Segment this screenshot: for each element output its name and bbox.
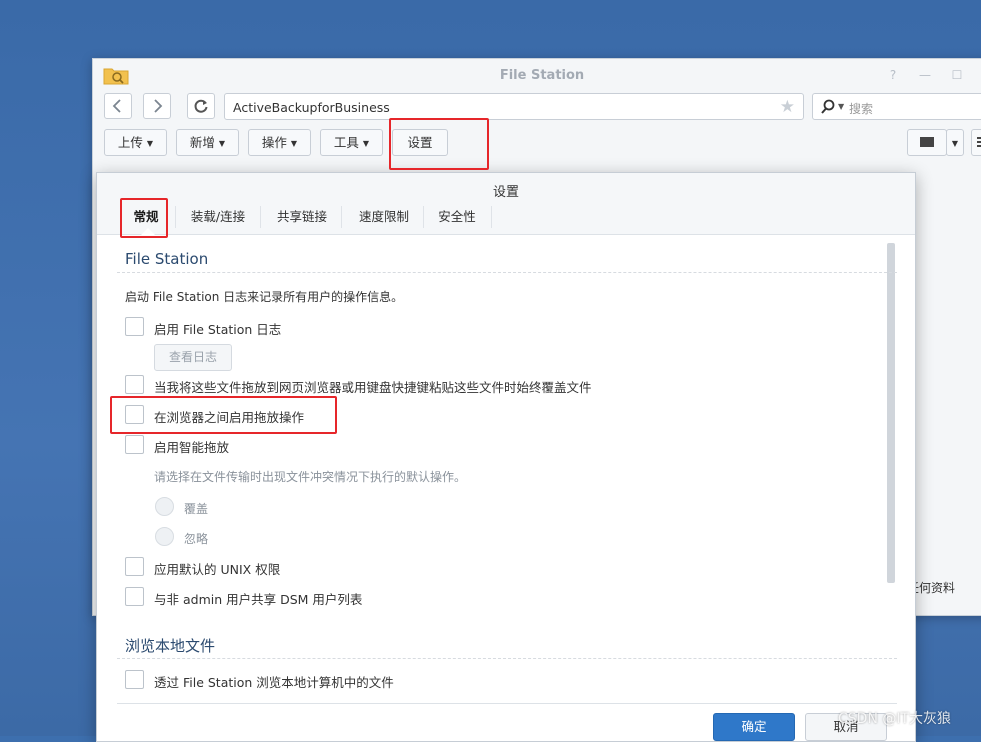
browse-local-label: 透过 File Station 浏览本地计算机中的文件 [154, 675, 394, 690]
upload-button[interactable]: 上传 ▼ [104, 129, 167, 156]
tab-separator [175, 206, 176, 228]
chevron-down-icon: ▼ [951, 139, 959, 148]
tab-separator [341, 206, 342, 228]
section-divider [117, 658, 897, 659]
watermark: CSDN @IT大灰狼 [838, 711, 952, 727]
skip-radio[interactable] [155, 527, 174, 546]
browse-local-checkbox[interactable] [125, 670, 144, 689]
chevron-right-icon [154, 99, 163, 113]
skip-radio-label: 忽略 [184, 532, 209, 546]
overwrite-radio-label: 覆盖 [184, 502, 209, 516]
path-bar[interactable]: ActiveBackupforBusiness ★ [224, 93, 804, 120]
search-placeholder: 搜索 [849, 102, 874, 116]
window-title: File Station [499, 68, 585, 83]
settings-label: 设置 [407, 135, 433, 150]
chevron-left-icon [112, 99, 121, 113]
dialog-title: 设置 [492, 185, 519, 200]
tab-speed-limit[interactable]: 速度限制 [347, 203, 421, 231]
action-label: 操作 [261, 135, 287, 150]
scrollbar[interactable] [887, 243, 895, 583]
refresh-icon [194, 99, 208, 113]
overwrite-radio[interactable] [155, 497, 174, 516]
maximize-icon[interactable]: ☐ [949, 67, 965, 83]
chevron-down-icon[interactable]: ▼ [838, 102, 844, 111]
tab-share-links[interactable]: 共享链接 [265, 203, 339, 231]
path-text: ActiveBackupforBusiness [233, 100, 390, 115]
action-button[interactable]: 操作 ▼ [248, 129, 311, 156]
view-mode-button[interactable] [907, 129, 947, 156]
tab-general[interactable]: 常规 [123, 203, 169, 231]
chevron-down-icon: ▼ [290, 139, 298, 148]
list-view-button[interactable] [971, 129, 981, 156]
chevron-down-icon: ▼ [146, 139, 154, 148]
share-user-list-label: 与非 admin 用户共享 DSM 用户列表 [154, 592, 363, 607]
tab-separator [260, 206, 261, 228]
tools-button[interactable]: 工具 ▼ [320, 129, 383, 156]
star-icon[interactable]: ★ [780, 97, 795, 117]
enable-log-checkbox[interactable] [125, 317, 144, 336]
upload-label: 上传 [117, 135, 143, 150]
section-divider [117, 272, 897, 273]
chevron-down-icon: ▼ [362, 139, 370, 148]
help-icon[interactable]: ? [885, 67, 901, 83]
smart-drag-label: 启用智能拖放 [154, 440, 230, 455]
list-icon [977, 137, 981, 147]
create-button[interactable]: 新增 ▼ [176, 129, 239, 156]
window-titlebar: File Station ? — ☐ [93, 59, 981, 91]
refresh-button[interactable] [187, 93, 215, 119]
view-mode-icon [920, 137, 934, 147]
view-mode-dropdown[interactable]: ▼ [946, 129, 964, 156]
tab-security[interactable]: 安全性 [429, 203, 485, 231]
section-title-file-station: File Station [125, 250, 209, 268]
tools-label: 工具 [333, 135, 359, 150]
smart-drag-checkbox[interactable] [125, 435, 144, 454]
back-button[interactable] [104, 93, 132, 119]
section-title-browse-local: 浏览本地文件 [125, 637, 216, 655]
search-icon [821, 99, 835, 114]
minimize-icon[interactable]: — [917, 67, 933, 83]
create-label: 新增 [189, 135, 215, 150]
dialog-footer-divider [117, 703, 897, 704]
dialog-header: 设置 常规 装载/连接 共享链接 速度限制 安全性 [97, 173, 915, 235]
search-input[interactable]: ▼ 搜索 [812, 93, 981, 120]
tab-mount[interactable]: 装载/连接 [181, 203, 255, 231]
tab-separator [491, 206, 492, 228]
conflict-hint: 请选择在文件传输时出现文件冲突情况下执行的默认操作。 [154, 470, 467, 484]
drag-between-browsers-checkbox[interactable] [125, 405, 144, 424]
log-description: 启动 File Station 日志来记录所有用户的操作信息。 [125, 290, 404, 304]
share-user-list-checkbox[interactable] [125, 587, 144, 606]
settings-dialog: 设置 常规 装载/连接 共享链接 速度限制 安全性 File Station 启… [96, 172, 916, 742]
drag-between-browsers-label: 在浏览器之间启用拖放操作 [154, 410, 305, 425]
view-log-button[interactable]: 查看日志 [154, 344, 232, 371]
settings-button[interactable]: 设置 [392, 129, 448, 156]
chevron-down-icon: ▼ [218, 139, 226, 148]
forward-button[interactable] [143, 93, 171, 119]
ok-button[interactable]: 确定 [713, 713, 795, 741]
unix-permissions-label: 应用默认的 UNIX 权限 [154, 562, 281, 577]
enable-log-label: 启用 File Station 日志 [154, 322, 282, 337]
active-tab-pointer [141, 228, 155, 235]
tab-separator [423, 206, 424, 228]
overwrite-files-checkbox[interactable] [125, 375, 144, 394]
overwrite-files-label: 当我将这些文件拖放到网页浏览器或用键盘快捷键粘贴这些文件时始终覆盖文件 [154, 380, 592, 395]
unix-permissions-checkbox[interactable] [125, 557, 144, 576]
